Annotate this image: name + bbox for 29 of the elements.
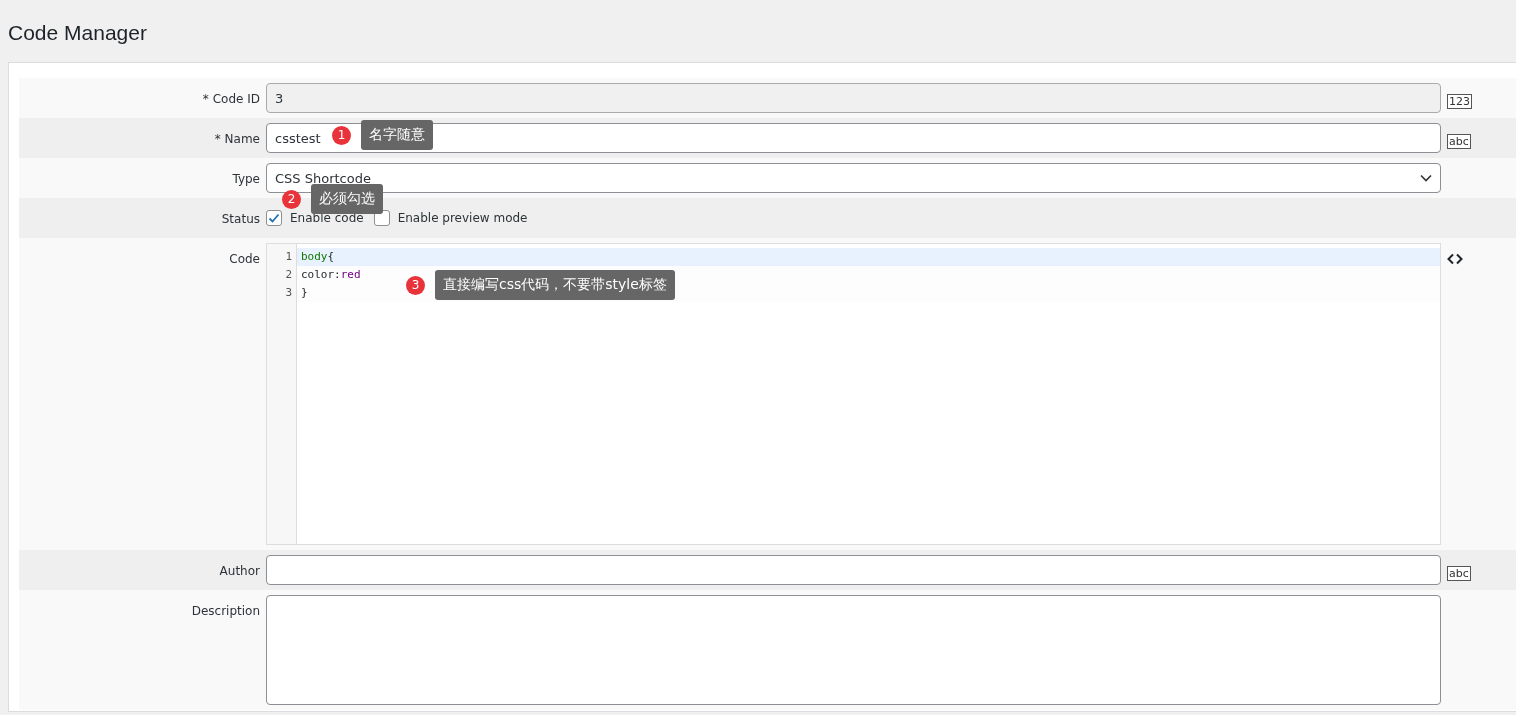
chevron-down-icon: [1420, 174, 1432, 182]
description-field[interactable]: [266, 595, 1441, 705]
code-token: }: [301, 286, 308, 299]
code-icon[interactable]: [1447, 253, 1463, 265]
field-type-tag: abc: [1447, 566, 1471, 581]
checkbox-label: Enable code: [290, 211, 364, 225]
line-number: 3: [284, 285, 293, 301]
field-type-tag: 123: [1447, 94, 1472, 109]
field-label: Code: [228, 251, 261, 266]
field-label: Description: [190, 603, 261, 618]
line-number: 2: [284, 267, 293, 283]
code-token: body: [301, 250, 328, 263]
input-field[interactable]: [266, 555, 1441, 585]
field-label: Type: [231, 171, 261, 186]
code-token: {: [327, 250, 335, 263]
checkbox[interactable]: [266, 210, 282, 226]
field-type-tag: abc: [1447, 134, 1471, 149]
field-label: Status: [220, 211, 261, 226]
line-number: 1: [284, 249, 293, 265]
page-title: Code Manager: [7, 20, 148, 46]
checkbox-label: Enable preview mode: [397, 211, 528, 225]
tooltip: 必须勾选: [311, 184, 383, 214]
code-token: color:: [301, 268, 341, 281]
tooltip: 名字随意: [361, 120, 433, 150]
field-label: * Code ID: [201, 91, 261, 106]
tooltip: 直接编写css代码，不要带style标签: [435, 270, 675, 300]
field-label: Author: [218, 563, 261, 578]
field-label: * Name: [213, 131, 261, 146]
code-token: red: [340, 268, 361, 281]
